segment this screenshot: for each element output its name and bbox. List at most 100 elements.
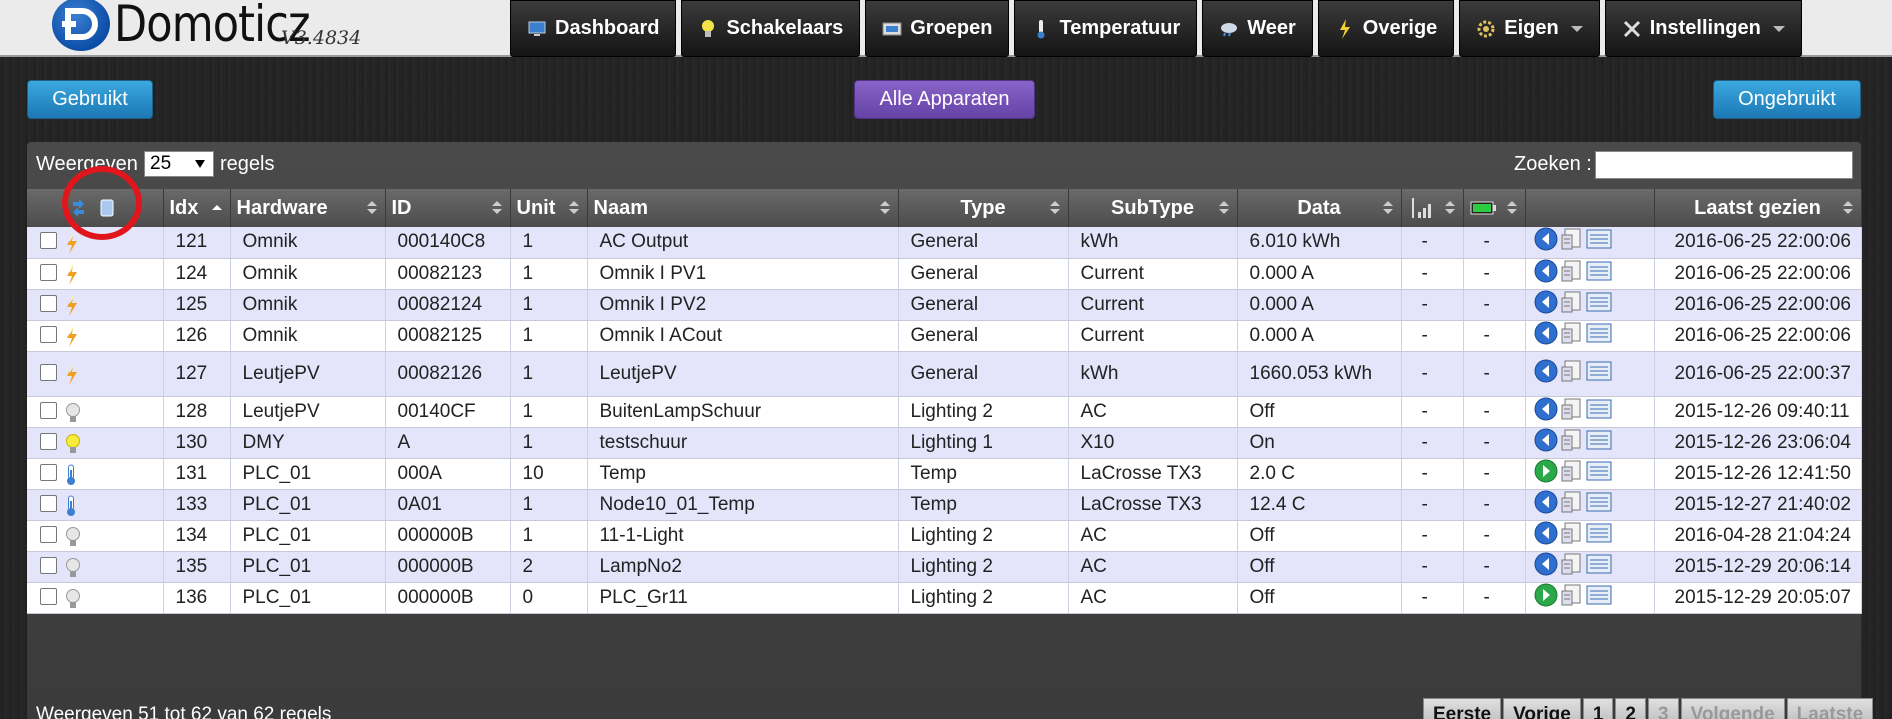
nav-groepen[interactable]: Groepen [865, 0, 1010, 57]
add-device-icon[interactable] [1534, 321, 1558, 345]
row-checkbox[interactable] [40, 325, 57, 343]
page-prev-button[interactable]: Vorige [1503, 698, 1581, 719]
log-icon[interactable] [1586, 459, 1611, 483]
log-icon[interactable] [1586, 583, 1611, 607]
nav-eigen[interactable]: Eigen [1459, 0, 1600, 57]
log-icon[interactable] [1586, 397, 1611, 421]
table-row[interactable]: 121 Omnik 000140C8 1 AC Output General kWh 6.01… [27, 227, 1862, 259]
rename-device-icon[interactable] [1560, 552, 1584, 576]
nav-temperatuur[interactable]: Temperatuur [1014, 0, 1198, 57]
cell-id: 000000B [385, 520, 511, 552]
log-icon[interactable] [1586, 521, 1611, 545]
add-device-icon[interactable] [1534, 359, 1558, 383]
col-type[interactable]: Type [898, 189, 1069, 227]
row-checkbox[interactable] [40, 363, 57, 381]
rename-device-icon[interactable] [1560, 397, 1584, 421]
row-checkbox[interactable] [40, 525, 57, 543]
table-row[interactable]: 131 PLC_01 000A 10 Temp Temp LaCrosse TX3 2.0 C… [27, 458, 1862, 490]
rename-device-icon[interactable] [1560, 227, 1584, 251]
cell-signal: - [1401, 320, 1464, 352]
page-1-button[interactable]: 1 [1582, 698, 1614, 719]
row-checkbox[interactable] [40, 401, 57, 419]
row-checkbox[interactable] [40, 463, 57, 481]
page-2-button[interactable]: 2 [1615, 698, 1646, 719]
remove-device-icon[interactable] [1534, 459, 1558, 483]
rename-device-icon[interactable] [1560, 490, 1584, 514]
rename-device-icon[interactable] [1560, 459, 1584, 483]
col-id[interactable]: ID [385, 189, 511, 227]
rename-device-icon[interactable] [1560, 290, 1584, 314]
col-naam[interactable]: Naam [587, 189, 899, 227]
nav-dashboard[interactable]: Dashboard [510, 0, 677, 57]
rename-device-icon[interactable] [1560, 521, 1584, 545]
nav-weer[interactable]: Weer [1202, 0, 1313, 57]
table-row[interactable]: 134 PLC_01 000000B 1 11-1-Light Lighting 2 AC O… [27, 520, 1862, 552]
log-icon[interactable] [1586, 428, 1611, 452]
col-subtype[interactable]: SubType [1068, 189, 1238, 227]
page-3-button[interactable]: 3 [1647, 698, 1679, 719]
rename-device-icon[interactable] [1560, 359, 1584, 383]
log-icon[interactable] [1586, 552, 1611, 576]
col-data[interactable]: Data [1237, 189, 1402, 227]
log-icon[interactable] [1586, 359, 1611, 383]
table-row[interactable]: 126 Omnik 00082125 1 Omnik I ACout General Cur… [27, 320, 1862, 352]
devices-table: Idx Hardware ID Unit Naam Type SubType D… [27, 189, 1862, 614]
log-icon[interactable] [1586, 321, 1611, 345]
cell-lastseen: 2015-12-27 21:40:02 [1654, 489, 1862, 521]
unused-filter-button[interactable]: Ongebruikt [1713, 80, 1861, 119]
page-last-button[interactable]: Laatste [1786, 698, 1874, 719]
table-row[interactable]: 124 Omnik 00082123 1 Omnik I PV1 General Curre… [27, 258, 1862, 290]
rename-device-icon[interactable] [1560, 428, 1584, 452]
add-device-icon[interactable] [1534, 227, 1558, 251]
row-checkbox[interactable] [40, 432, 57, 450]
col-signal[interactable] [1401, 189, 1464, 227]
row-checkbox[interactable] [40, 232, 57, 250]
all-devices-button[interactable]: Alle Apparaten [854, 80, 1035, 119]
row-checkbox[interactable] [40, 587, 57, 605]
nav-overige[interactable]: Overige [1317, 0, 1455, 57]
cell-id: 00082124 [385, 289, 511, 321]
remove-device-icon[interactable] [1534, 583, 1558, 607]
table-row[interactable]: 130 DMY A 1 testschuur Lighting 1 X10 On - -2015-… [27, 427, 1862, 459]
rename-device-icon[interactable] [1560, 583, 1584, 607]
add-device-icon[interactable] [1534, 552, 1558, 576]
add-device-icon[interactable] [1534, 259, 1558, 283]
used-filter-button[interactable]: Gebruikt [27, 80, 153, 119]
table-row[interactable]: 135 PLC_01 000000B 2 LampNo2 Lighting 2 AC Off -… [27, 551, 1862, 583]
add-device-icon[interactable] [1534, 290, 1558, 314]
add-device-icon[interactable] [1534, 428, 1558, 452]
chevron-down-icon [195, 160, 205, 168]
nav-schakelaars[interactable]: Schakelaars [681, 0, 861, 57]
table-row[interactable]: 128 LeutjePV 00140CF 1 BuitenLampSchuur Light… [27, 396, 1862, 428]
log-icon[interactable] [1586, 290, 1611, 314]
log-icon[interactable] [1586, 259, 1611, 283]
page-next-button[interactable]: Volgende [1680, 698, 1785, 719]
add-device-icon[interactable] [1534, 397, 1558, 421]
row-checkbox[interactable] [40, 294, 57, 312]
row-checkbox[interactable] [40, 494, 57, 512]
table-row[interactable]: 136 PLC_01 000000B 0 PLC_Gr11 Lighting 2 AC Off… [27, 582, 1862, 614]
search-input[interactable] [1595, 151, 1853, 179]
rename-device-icon[interactable] [1560, 321, 1584, 345]
row-checkbox[interactable] [40, 556, 57, 574]
page-first-button[interactable]: Eerste [1423, 698, 1502, 719]
col-battery[interactable] [1463, 189, 1526, 227]
add-device-icon[interactable] [1534, 521, 1558, 545]
col-hardware[interactable]: Hardware [230, 189, 386, 227]
log-icon[interactable] [1586, 227, 1611, 251]
add-device-icon[interactable] [1534, 490, 1558, 514]
row-checkbox[interactable] [40, 263, 57, 281]
cell-id: 00082125 [385, 320, 511, 352]
cell-unit: 1 [510, 489, 588, 521]
nav-instellingen[interactable]: Instellingen [1604, 0, 1802, 57]
col-idx[interactable]: Idx [163, 189, 231, 227]
table-row[interactable]: 133 PLC_01 0A01 1 Node10_01_Temp Temp LaCrosse… [27, 489, 1862, 521]
rename-device-icon[interactable] [1560, 259, 1584, 283]
page-size-select[interactable]: 25 [144, 151, 214, 177]
nav-temperatuur-label: Temperatuur [1059, 17, 1181, 39]
table-row[interactable]: 127 LeutjePV 00082126 1 LeutjePV General kWh 16… [27, 351, 1862, 397]
col-lastseen[interactable]: Laatst gezien [1654, 189, 1862, 227]
log-icon[interactable] [1586, 490, 1611, 514]
col-unit[interactable]: Unit [510, 189, 588, 227]
table-row[interactable]: 125 Omnik 00082124 1 Omnik I PV2 General Curre… [27, 289, 1862, 321]
